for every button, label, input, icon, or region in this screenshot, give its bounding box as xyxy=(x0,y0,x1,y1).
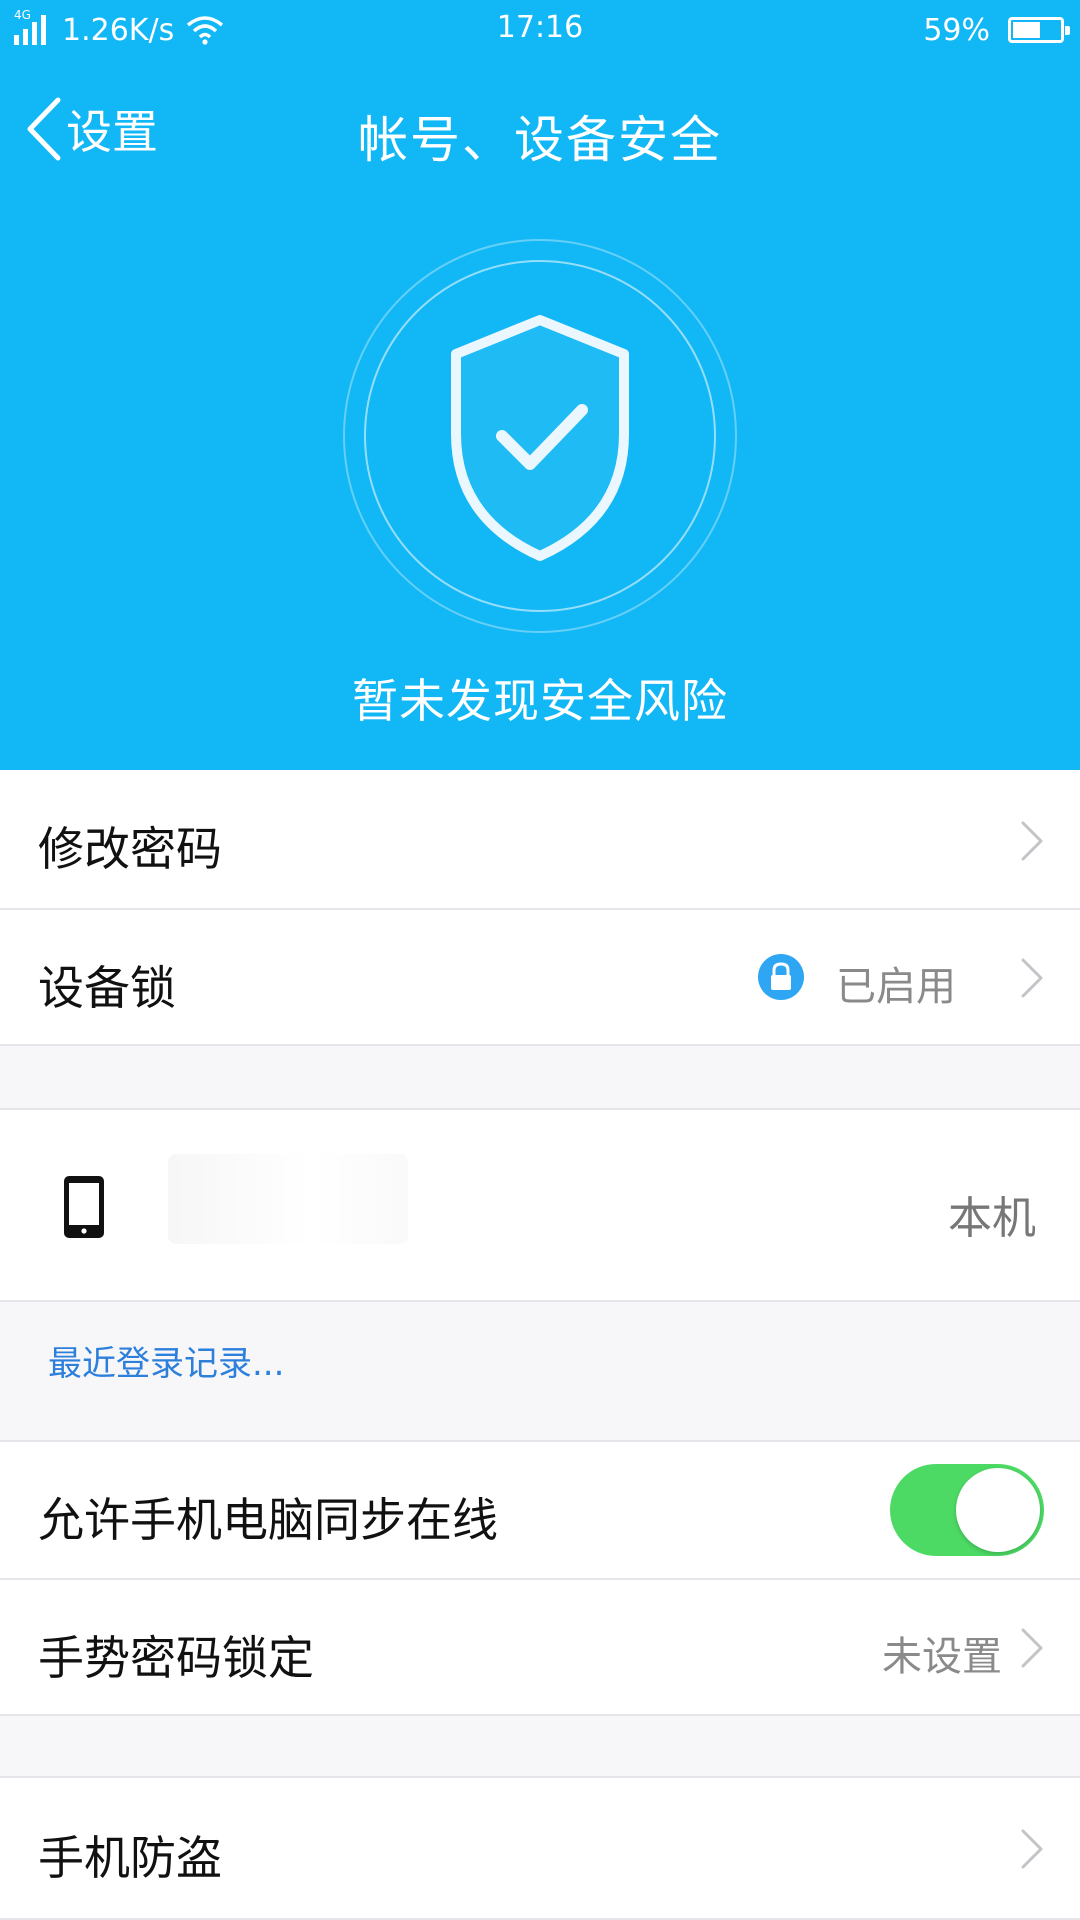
change-password-label: 修改密码 xyxy=(38,822,222,876)
current-device-row[interactable]: 本机 xyxy=(0,1110,1080,1302)
anti-theft-label: 手机防盗 xyxy=(38,1831,222,1885)
device-name-redacted xyxy=(168,1154,408,1244)
sync-online-toggle[interactable] xyxy=(890,1464,1044,1556)
anti-theft-row[interactable]: 手机防盗 xyxy=(0,1778,1080,1920)
phone-icon xyxy=(64,1176,104,1238)
page-title: 帐号、设备安全 xyxy=(358,111,722,169)
chevron-right-icon xyxy=(1021,821,1043,861)
current-device-tag: 本机 xyxy=(948,1193,1036,1244)
status-right: 59% xyxy=(923,10,1070,50)
toggle-knob xyxy=(956,1468,1040,1552)
battery-fill xyxy=(1013,22,1041,38)
recent-login-section: 最近登录记录... xyxy=(0,1302,1080,1442)
device-lock-label: 设备锁 xyxy=(38,961,176,1015)
header: 4G 1.26K/s 17:16 59% 设置 帐号、设备安全 暂未发现安全风险 xyxy=(0,0,1080,770)
section-gap xyxy=(0,1046,1080,1110)
device-lock-row[interactable]: 设备锁 已启用 xyxy=(0,910,1080,1046)
battery-percent: 59% xyxy=(923,12,990,48)
sync-online-label: 允许手机电脑同步在线 xyxy=(38,1493,498,1547)
battery-icon xyxy=(1008,17,1070,43)
recent-login-link[interactable]: 最近登录记录... xyxy=(48,1336,284,1385)
security-status-text: 暂未发现安全风险 xyxy=(352,674,728,728)
status-bar: 4G 1.26K/s 17:16 59% xyxy=(0,0,1080,60)
change-password-row[interactable]: 修改密码 xyxy=(0,770,1080,910)
clock: 17:16 xyxy=(496,10,584,45)
section-gap xyxy=(0,1716,1080,1778)
lock-icon xyxy=(758,954,804,1000)
chevron-right-icon xyxy=(1021,1829,1043,1869)
gesture-lock-row[interactable]: 手势密码锁定 未设置 xyxy=(0,1580,1080,1716)
chevron-right-icon xyxy=(1021,958,1043,998)
gesture-lock-status: 未设置 xyxy=(882,1634,1002,1680)
app-root: 4G 1.26K/s 17:16 59% 设置 帐号、设备安全 暂未发现安全风险… xyxy=(0,0,1080,1920)
gesture-lock-label: 手势密码锁定 xyxy=(38,1631,314,1685)
nav-bar: 设置 帐号、设备安全 xyxy=(0,70,1080,190)
chevron-right-icon xyxy=(1021,1628,1043,1668)
sync-online-row: 允许手机电脑同步在线 xyxy=(0,1442,1080,1580)
shield-check-icon xyxy=(342,238,738,634)
device-lock-status: 已启用 xyxy=(836,964,956,1010)
